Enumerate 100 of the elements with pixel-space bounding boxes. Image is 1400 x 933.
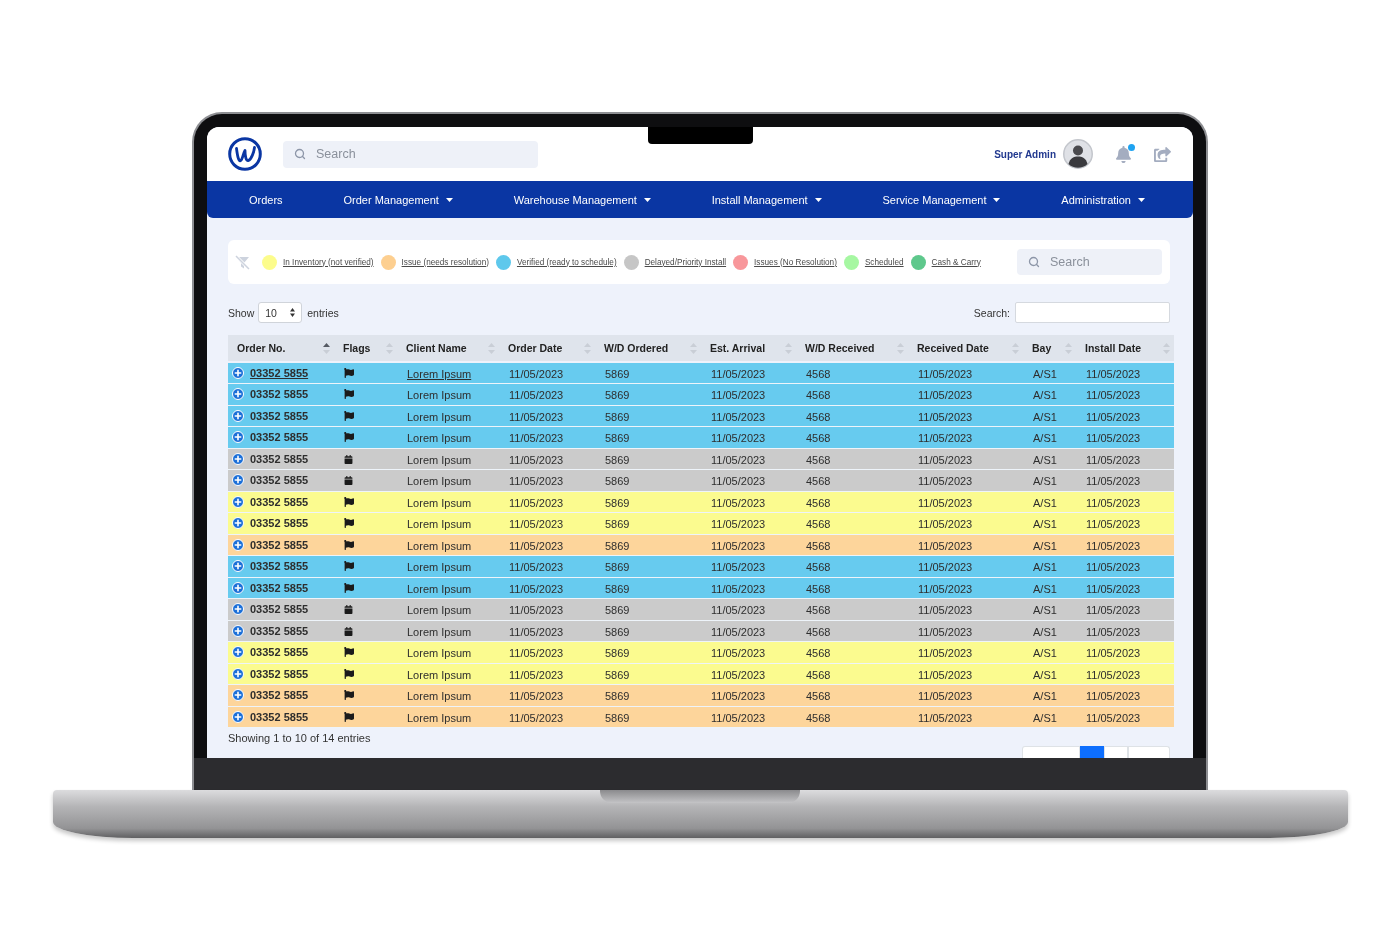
ordered-quantity: 5869 [605,368,630,380]
order-number[interactable]: 03352 5855 [250,474,309,487]
client-name: Lorem Ipsum [407,625,472,638]
received-quantity: 4568 [806,711,831,724]
column-header[interactable]: Install Date [1085,342,1142,354]
received-quantity: 4568 [806,496,831,509]
legend-link[interactable]: In Inventory (not verified) [283,257,374,267]
expand-plus-icon[interactable] [232,646,244,659]
bay-code: A/S1 [1033,539,1057,552]
expand-plus-icon[interactable] [232,495,244,508]
column-header[interactable]: W/D Ordered [604,342,669,354]
order-number[interactable]: 03352 5855 [250,388,309,401]
flag-icon [344,496,354,507]
received-date: 11/05/2023 [918,711,973,724]
ordered-quantity: 5869 [605,496,630,509]
calendar-icon [344,605,353,615]
column-header[interactable]: Order Date [508,342,563,354]
legend-link[interactable]: Issue (needs resolution) [401,257,489,267]
client-name: Lorem Ipsum [407,647,472,660]
order-date: 11/05/2023 [509,368,564,380]
arrival-date: 11/05/2023 [711,432,766,445]
ordered-quantity: 5869 [605,625,630,638]
logo[interactable] [228,137,262,171]
order-number[interactable]: 03352 5855 [250,431,309,444]
nav-menu-item[interactable]: Administration [1061,193,1145,206]
legend-search-field[interactable]: Search [1017,249,1162,275]
nav-menu-item[interactable]: Service Management [882,193,1001,206]
expand-plus-icon[interactable] [232,667,244,680]
order-number[interactable]: 03352 5855 [250,710,309,723]
arrival-date: 11/05/2023 [711,496,766,509]
legend-link[interactable]: Scheduled [864,257,904,267]
table-search-input[interactable] [1015,302,1170,323]
received-date: 11/05/2023 [918,561,973,574]
column-header[interactable]: Bay [1032,342,1052,354]
ordered-quantity: 5869 [605,604,630,617]
legend-link[interactable]: Verified (ready to schedule) [516,257,617,267]
expand-plus-icon[interactable] [232,560,244,573]
expand-plus-icon[interactable] [232,367,244,379]
legend-link[interactable]: Cash & Carry [931,257,981,267]
order-date: 11/05/2023 [509,389,564,402]
order-number[interactable]: 03352 5855 [250,689,309,702]
expand-plus-icon[interactable] [232,409,244,422]
order-number[interactable]: 03352 5855 [250,646,309,659]
expand-plus-icon[interactable] [232,581,244,594]
flag-icon [344,389,354,400]
order-number[interactable]: 03352 5855 [250,560,309,573]
nav-menu-item[interactable]: Orders [249,193,283,206]
expand-plus-icon[interactable] [232,517,244,530]
order-number[interactable]: 03352 5855 [250,667,309,680]
bay-code: A/S1 [1033,389,1057,402]
search-icon [294,148,306,160]
bay-code: A/S1 [1033,453,1057,466]
column-header[interactable]: Received Date [917,342,989,354]
legend-link[interactable]: Issues (No Resolution) [754,257,837,267]
column-header[interactable]: Flags [343,342,371,354]
expand-plus-icon[interactable] [232,538,244,551]
order-number[interactable]: 03352 5855 [250,538,309,551]
order-number[interactable]: 03352 5855 [250,581,309,594]
arrival-date: 11/05/2023 [711,475,766,488]
column-header[interactable]: Est. Arrival [710,342,766,354]
received-quantity: 4568 [806,410,831,423]
bell-icon[interactable] [1115,145,1132,163]
arrival-date: 11/05/2023 [711,539,766,552]
column-header[interactable]: Order No. [237,342,286,354]
order-number[interactable]: 03352 5855 [250,495,309,508]
nav-menu-item[interactable]: Warehouse Management [513,193,651,206]
order-number[interactable]: 03352 5855 [250,603,309,616]
user-name[interactable]: Super Admin [994,148,1056,160]
client-name: Lorem Ipsum [407,475,472,488]
column-header[interactable]: W/D Received [805,342,875,354]
expand-plus-icon[interactable] [232,431,244,444]
order-number[interactable]: 03352 5855 [250,517,309,530]
flag-icon [344,711,354,722]
nav-menu-item[interactable]: Order Management [343,193,453,206]
received-quantity: 4568 [806,518,831,531]
expand-plus-icon[interactable] [232,452,244,465]
column-header[interactable]: Client Name [406,342,467,354]
page-size-select[interactable]: 10 [258,302,303,323]
search-field[interactable]: Search [283,140,538,168]
order-number[interactable]: 03352 5855 [250,452,309,465]
bay-code: A/S1 [1033,432,1057,445]
ordered-quantity: 5869 [605,453,630,466]
legend-link[interactable]: Delayed/Priority Install [644,257,727,267]
arrival-date: 11/05/2023 [711,582,766,595]
nav-menu-item[interactable]: Install Management [711,193,822,206]
order-number[interactable]: 03352 5855 [250,367,309,379]
order-number[interactable]: 03352 5855 [250,624,309,637]
expand-plus-icon[interactable] [232,624,244,637]
user-avatar[interactable] [1063,139,1093,169]
expand-plus-icon[interactable] [232,388,244,401]
expand-plus-icon[interactable] [232,710,244,723]
expand-plus-icon[interactable] [232,474,244,487]
bay-code: A/S1 [1033,368,1057,380]
order-number[interactable]: 03352 5855 [250,409,309,422]
install-date: 11/05/2023 [1086,690,1141,703]
expand-plus-icon[interactable] [232,603,244,616]
received-date: 11/05/2023 [918,539,973,552]
flag-icon [344,582,354,593]
expand-plus-icon[interactable] [232,689,244,702]
received-quantity: 4568 [806,432,831,445]
